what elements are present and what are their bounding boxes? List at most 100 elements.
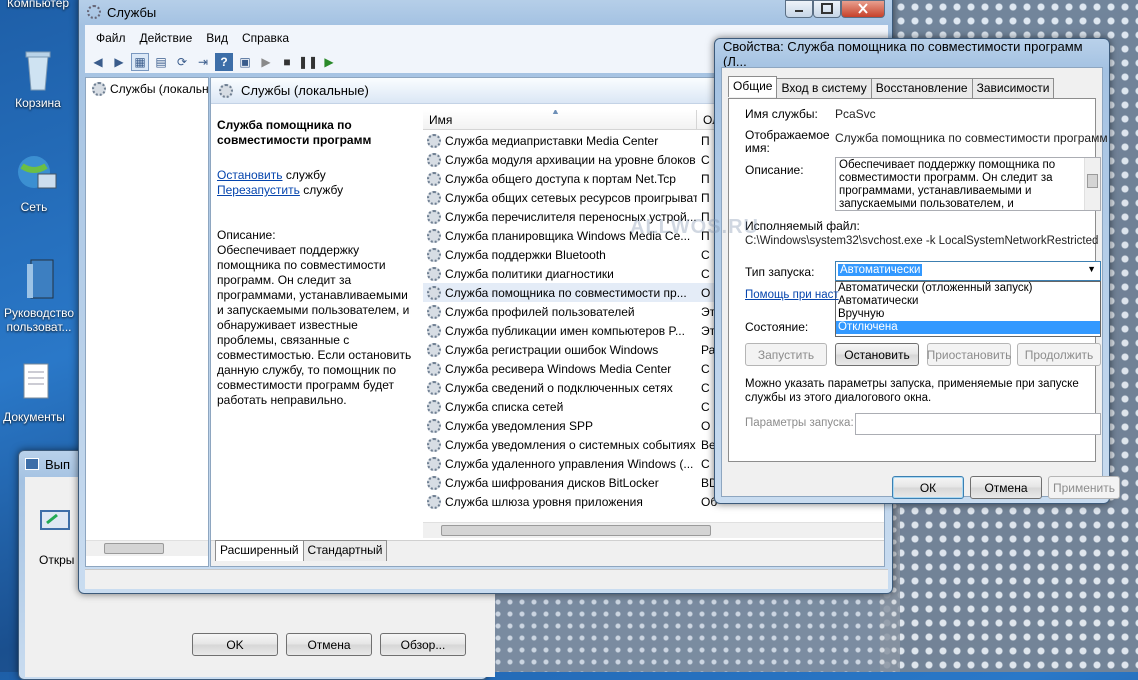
service-description-cell: С: [701, 380, 710, 395]
close-button[interactable]: [841, 0, 885, 18]
forward-icon[interactable]: ▶: [110, 53, 128, 71]
list-hscrollbar[interactable]: [423, 522, 884, 538]
tab-standard[interactable]: Стандартный: [302, 540, 388, 561]
cancel-button[interactable]: Отмена: [970, 476, 1042, 499]
help-startup-link[interactable]: Помощь при наст: [745, 289, 839, 301]
start-button[interactable]: Запустить: [745, 343, 827, 366]
menubar: Файл Действие Вид Справка: [89, 31, 296, 45]
restart-action: Перезапустить службу: [217, 183, 343, 197]
desktop-icon-label: Сеть: [20, 200, 48, 214]
service-description-cell: С: [701, 247, 710, 262]
watermark: ALLWOS.RU: [630, 216, 759, 238]
service-gear-icon: [427, 171, 441, 186]
service-gear-icon: [427, 266, 441, 281]
tree-item-services-local[interactable]: Службы (локальн: [88, 82, 209, 96]
start-params-label: Параметры запуска:: [745, 417, 854, 429]
desktop-icon-manual[interactable]: Руководство пользоват...: [0, 258, 82, 334]
menu-view[interactable]: Вид: [199, 31, 235, 45]
service-name-cell: Служба шифрования дисков BitLocker: [445, 475, 659, 490]
toolbar: ◀ ▶ ▦ ▤ ⟳ ⇥ ? ▣ ▶ ■ ❚❚ ▶: [89, 53, 338, 71]
show-tree-icon[interactable]: ▦: [131, 53, 149, 71]
service-gear-icon: [427, 209, 441, 224]
service-name-cell: Служба профилей пользователей: [445, 304, 635, 319]
service-name-cell: Служба общих сетевых ресурсов проигрыват…: [445, 190, 697, 205]
run-program-icon: [39, 507, 73, 536]
restart-service-icon[interactable]: ▶: [320, 53, 338, 71]
tab-logon[interactable]: Вход в систему: [776, 78, 872, 99]
desktop-icon-label: Компьютер: [6, 0, 70, 10]
desktop-icon-documents[interactable]: Документы: [0, 362, 72, 424]
desktop-icon-recycle-bin[interactable]: Корзина: [0, 48, 76, 110]
tab-extended[interactable]: Расширенный: [215, 540, 304, 561]
service-description-cell: О: [701, 418, 711, 433]
service-gear-icon: [427, 437, 441, 452]
help-icon[interactable]: ?: [215, 53, 233, 71]
ok-button[interactable]: ОК: [892, 476, 964, 499]
tree-item-label: Службы (локальн: [110, 82, 209, 96]
startup-option-delayed[interactable]: Автоматически (отложенный запуск): [836, 282, 1100, 295]
description-scrollbar[interactable]: [1084, 158, 1100, 210]
menu-file[interactable]: Файл: [89, 31, 133, 45]
run-cancel-button[interactable]: Отмена: [286, 633, 372, 656]
startup-type-value: Автоматически: [838, 264, 923, 276]
start-service-icon[interactable]: ▶: [257, 53, 275, 71]
tree-hscrollbar[interactable]: [86, 540, 208, 556]
service-name-label: Имя службы:: [745, 107, 818, 121]
description-field[interactable]: Обеспечивает поддержку помощника по совм…: [835, 157, 1101, 211]
properties-list-icon[interactable]: ▤: [152, 53, 170, 71]
service-description-cell: С: [701, 399, 710, 414]
services-titlebar: Службы: [87, 3, 884, 21]
services-gear-icon: [92, 82, 106, 96]
service-description-cell: С: [701, 152, 710, 167]
service-gear-icon: [427, 228, 441, 243]
book-icon: [19, 258, 59, 302]
properties-dialog: Свойства: Служба помощника по совместимо…: [714, 38, 1120, 504]
run-open-label: Откры: [39, 553, 75, 567]
close-icon: [858, 3, 868, 14]
start-params-input[interactable]: [855, 413, 1101, 435]
view-icon[interactable]: ▣: [236, 53, 254, 71]
startup-type-label: Тип запуска:: [745, 265, 815, 279]
service-name-cell: Служба модуля архивации на уровне блоков: [445, 152, 696, 167]
service-description-cell: С: [701, 361, 710, 376]
tab-recovery[interactable]: Восстановление: [870, 78, 973, 99]
startup-type-select[interactable]: Автоматически ▼: [835, 261, 1101, 281]
service-name-cell: Служба политики диагностики: [445, 266, 614, 281]
stop-service-icon[interactable]: ■: [278, 53, 296, 71]
refresh-icon[interactable]: ⟳: [173, 53, 191, 71]
stop-button[interactable]: Остановить: [835, 343, 919, 366]
startup-option-auto[interactable]: Автоматически: [836, 295, 1100, 308]
properties-titlebar: Свойства: Служба помощника по совместимо…: [723, 39, 1101, 69]
desktop-icon-network[interactable]: Сеть: [0, 152, 72, 214]
menu-action[interactable]: Действие: [133, 31, 200, 45]
tab-general[interactable]: Общие: [728, 76, 778, 97]
run-browse-button[interactable]: Обзор...: [380, 633, 466, 656]
run-ok-button[interactable]: OK: [192, 633, 278, 656]
service-gear-icon: [427, 418, 441, 433]
startup-option-disabled[interactable]: Отключена: [836, 321, 1100, 334]
export-icon[interactable]: ⇥: [194, 53, 212, 71]
service-description-cell: Эт: [701, 304, 716, 319]
pause-button[interactable]: Приостановить: [927, 343, 1011, 366]
services-header-title: Службы (локальные): [241, 83, 369, 98]
menu-help[interactable]: Справка: [235, 31, 296, 45]
column-header-name[interactable]: Имя: [423, 110, 697, 130]
desktop-icon-computer[interactable]: Компьютер: [0, 0, 76, 10]
service-gear-icon: [427, 456, 441, 471]
maximize-icon: [821, 3, 833, 14]
stop-service-suffix: службу: [282, 168, 326, 182]
back-icon[interactable]: ◀: [89, 53, 107, 71]
tab-dependencies[interactable]: Зависимости: [971, 78, 1055, 99]
apply-button[interactable]: Применить: [1048, 476, 1120, 499]
service-name-cell: Служба удаленного управления Windows (..…: [445, 456, 694, 471]
service-name-cell: Служба поддержки Bluetooth: [445, 247, 606, 262]
service-description-cell: П: [701, 133, 710, 148]
startup-option-manual[interactable]: Вручную: [836, 308, 1100, 321]
restart-service-link[interactable]: Перезапустить: [217, 183, 300, 197]
stop-service-link[interactable]: Остановить: [217, 168, 283, 182]
description-field-label: Описание:: [745, 163, 804, 177]
maximize-button[interactable]: [813, 0, 841, 18]
minimize-button[interactable]: [785, 0, 813, 18]
resume-button[interactable]: Продолжить: [1017, 343, 1101, 366]
pause-service-icon[interactable]: ❚❚: [298, 53, 318, 71]
